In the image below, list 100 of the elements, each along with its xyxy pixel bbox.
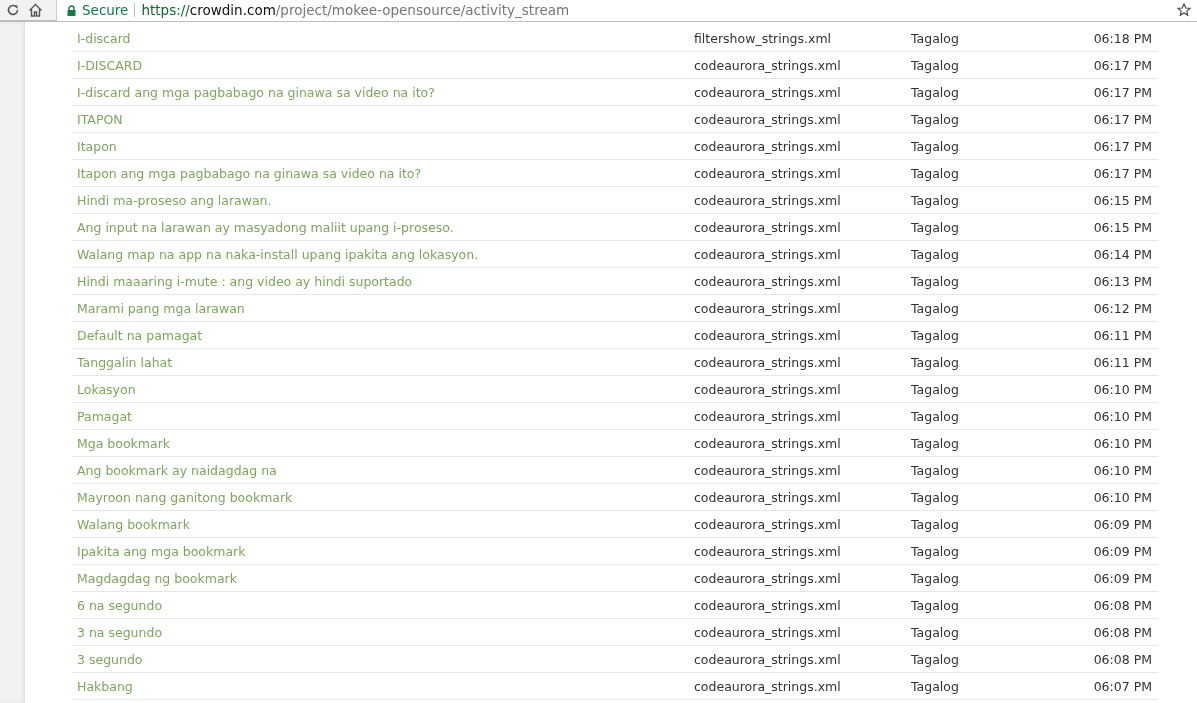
activity-time: 06:10 PM xyxy=(1092,489,1152,505)
activity-time: 06:17 PM xyxy=(1092,111,1152,127)
language-name: Tagalog xyxy=(911,543,960,559)
bookmark-star-icon xyxy=(1177,3,1191,17)
translation-link[interactable]: Magdagdag ng bookmark xyxy=(77,570,694,586)
file-name: codeaurora_strings.xml xyxy=(694,597,842,613)
activity-time: 06:11 PM xyxy=(1092,354,1152,370)
activity-time: 06:17 PM xyxy=(1092,138,1152,154)
translation-link[interactable]: Hindi ma-proseso ang larawan. xyxy=(77,192,694,208)
language-name: Tagalog xyxy=(911,192,960,208)
translation-link[interactable]: Itapon xyxy=(77,138,694,154)
translation-link[interactable]: Ang bookmark ay naidagdag na xyxy=(77,462,694,478)
translation-link[interactable]: Walang map na app na naka-install upang ipakita ang lokasyon. xyxy=(77,246,694,262)
translation-link[interactable]: Lokasyon xyxy=(77,381,694,397)
activity-time: 06:17 PM xyxy=(1092,84,1152,100)
activity-time: 06:14 PM xyxy=(1092,246,1152,262)
translation-link[interactable]: Mga bookmark xyxy=(77,435,694,451)
translation-link[interactable]: Default na pamagat xyxy=(77,327,694,343)
translation-link[interactable]: I-discard xyxy=(77,30,694,46)
url-text: https://crowdin.com/project/mokee-opensource/activity_stream xyxy=(141,2,570,18)
language-name: Tagalog xyxy=(911,435,960,451)
lock-icon xyxy=(67,4,76,16)
language-name: Tagalog xyxy=(911,138,960,154)
translation-link[interactable]: Itapon ang mga pagbabago na ginawa sa video na ito? xyxy=(77,165,694,181)
address-bar[interactable]: Secure https://crowdin.com/project/mokee-opensource/activity_stream xyxy=(56,0,1197,21)
activity-time: 06:08 PM xyxy=(1092,651,1152,667)
language-name: Tagalog xyxy=(911,597,960,613)
activity-time: 06:10 PM xyxy=(1092,408,1152,424)
language-name: Tagalog xyxy=(911,408,960,424)
language-name: Tagalog xyxy=(911,462,960,478)
activity-time: 06:10 PM xyxy=(1092,381,1152,397)
language-name: Tagalog xyxy=(911,489,960,505)
activity-time: 06:13 PM xyxy=(1092,273,1152,289)
translation-link[interactable]: I-DISCARD xyxy=(77,57,694,73)
activity-time: 06:12 PM xyxy=(1092,300,1152,316)
file-name: codeaurora_strings.xml xyxy=(694,651,842,667)
activity-time: 06:09 PM xyxy=(1092,543,1152,559)
translation-link[interactable]: Marami pang mga larawan xyxy=(77,300,694,316)
file-name: codeaurora_strings.xml xyxy=(694,435,842,451)
language-name: Tagalog xyxy=(911,57,960,73)
activity-time: 06:15 PM xyxy=(1092,192,1152,208)
file-name: codeaurora_strings.xml xyxy=(694,273,842,289)
translation-link[interactable]: Mayroon nang ganitong bookmark xyxy=(77,489,694,505)
language-name: Tagalog xyxy=(911,111,960,127)
activity-time: 06:11 PM xyxy=(1092,327,1152,343)
language-name: Tagalog xyxy=(911,624,960,640)
translation-link[interactable]: Hindi maaaring i-mute : ang video ay hindi suportado xyxy=(77,273,694,289)
file-name: codeaurora_strings.xml xyxy=(694,678,842,694)
language-name: Tagalog xyxy=(911,678,960,694)
file-name: codeaurora_strings.xml xyxy=(694,462,842,478)
language-name: Tagalog xyxy=(911,30,960,46)
activity-time: 06:08 PM xyxy=(1092,624,1152,640)
file-name: filtershow_strings.xml xyxy=(694,30,833,46)
file-name: codeaurora_strings.xml xyxy=(694,543,842,559)
file-name: codeaurora_strings.xml xyxy=(694,624,842,640)
language-name: Tagalog xyxy=(911,84,960,100)
file-name: codeaurora_strings.xml xyxy=(694,489,842,505)
file-name: codeaurora_strings.xml xyxy=(694,516,842,532)
file-name: codeaurora_strings.xml xyxy=(694,138,842,154)
home-icon xyxy=(27,3,43,17)
file-name: codeaurora_strings.xml xyxy=(694,354,842,370)
translation-link[interactable]: Tanggalin lahat xyxy=(77,354,694,370)
secure-label: Secure xyxy=(82,2,129,18)
activity-time: 06:17 PM xyxy=(1092,165,1152,181)
translation-link[interactable]: Pamagat xyxy=(77,408,694,424)
language-name: Tagalog xyxy=(911,381,960,397)
file-name: codeaurora_strings.xml xyxy=(694,570,842,586)
activity-time: 06:18 PM xyxy=(1092,30,1152,46)
language-name: Tagalog xyxy=(911,327,960,343)
translation-link[interactable]: 3 na segundo xyxy=(77,624,694,640)
language-name: Tagalog xyxy=(911,273,960,289)
translation-link[interactable]: Walang bookmark xyxy=(77,516,694,532)
file-name: codeaurora_strings.xml xyxy=(694,84,842,100)
activity-time: 06:09 PM xyxy=(1092,570,1152,586)
activity-time: 06:10 PM xyxy=(1092,462,1152,478)
language-name: Tagalog xyxy=(911,246,960,262)
reload-icon xyxy=(6,3,20,17)
file-name: codeaurora_strings.xml xyxy=(694,165,842,181)
file-name: codeaurora_strings.xml xyxy=(694,381,842,397)
translation-link[interactable]: ITAPON xyxy=(77,111,694,127)
language-name: Tagalog xyxy=(911,300,960,316)
translation-link[interactable]: 6 na segundo xyxy=(77,597,694,613)
activity-time: 06:10 PM xyxy=(1092,435,1152,451)
language-name: Tagalog xyxy=(911,570,960,586)
translation-link[interactable]: 3 segundo xyxy=(77,651,694,667)
file-name: codeaurora_strings.xml xyxy=(694,57,842,73)
translation-link[interactable]: Hakbang xyxy=(77,678,694,694)
translation-link[interactable]: I-discard ang mga pagbabago na ginawa sa video na ito? xyxy=(77,84,694,100)
file-name: codeaurora_strings.xml xyxy=(694,300,842,316)
language-name: Tagalog xyxy=(911,651,960,667)
translation-link[interactable]: Ang input na larawan ay masyadong maliit upang i-proseso. xyxy=(77,219,694,235)
language-name: Tagalog xyxy=(911,354,960,370)
activity-time: 06:17 PM xyxy=(1092,57,1152,73)
activity-time: 06:09 PM xyxy=(1092,516,1152,532)
activity-time: 06:07 PM xyxy=(1092,678,1152,694)
file-name: codeaurora_strings.xml xyxy=(694,408,842,424)
activity-time: 06:15 PM xyxy=(1092,219,1152,235)
translation-link[interactable]: Ipakita ang mga bookmark xyxy=(77,543,694,559)
file-name: codeaurora_strings.xml xyxy=(694,219,842,235)
file-name: codeaurora_strings.xml xyxy=(694,111,842,127)
